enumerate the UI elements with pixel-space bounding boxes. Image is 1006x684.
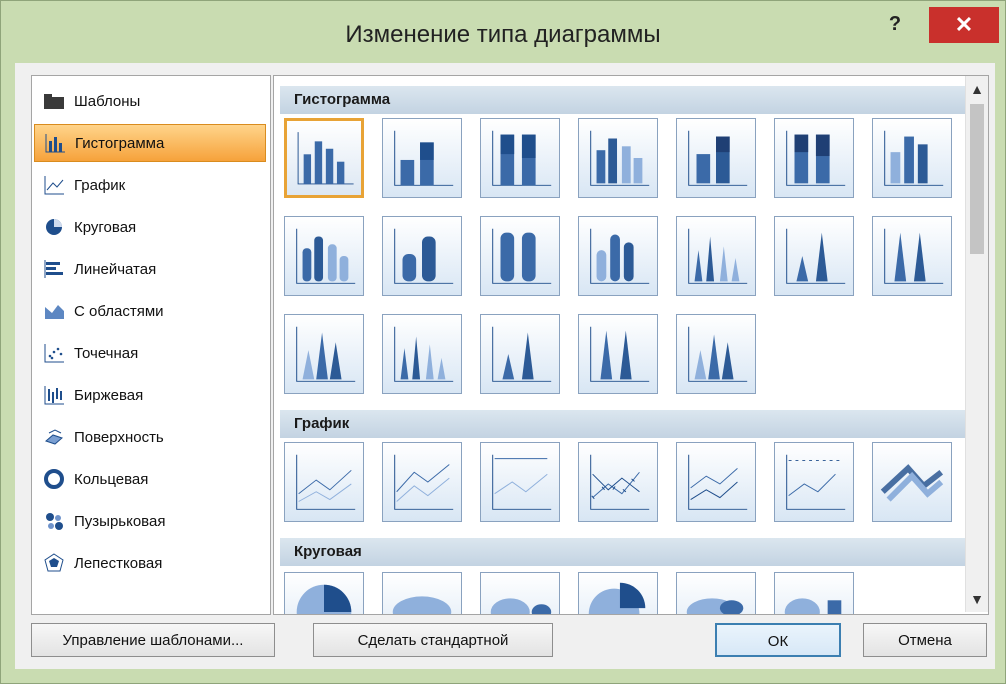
category-surface[interactable]: Поверхность xyxy=(34,418,266,456)
radar-icon xyxy=(34,552,74,574)
chart-thumb-100-stacked-cone[interactable] xyxy=(872,216,952,296)
chart-thumb-100-stacked-column[interactable] xyxy=(480,118,560,198)
chart-thumb-stacked-line[interactable] xyxy=(382,442,462,522)
category-label: Круговая xyxy=(74,218,137,236)
chart-thumb-3d-100-stacked-column[interactable] xyxy=(774,118,854,198)
category-column[interactable]: Гистограмма xyxy=(34,124,266,162)
category-scatter[interactable]: Точечная xyxy=(34,334,266,372)
chart-category-list: Шаблоны Гистограмма График Круговая Лине… xyxy=(31,75,271,615)
chart-thumb-clustered-cylinder[interactable] xyxy=(284,216,364,296)
category-line[interactable]: График xyxy=(34,166,266,204)
chart-thumb-3d-cylinder[interactable] xyxy=(578,216,658,296)
line-chart-icon xyxy=(34,175,74,195)
category-label: Точечная xyxy=(74,344,139,362)
manage-templates-button[interactable]: Управление шаблонами... xyxy=(31,623,275,657)
category-label: График xyxy=(74,176,126,194)
category-bar[interactable]: Линейчатая xyxy=(34,250,266,288)
chart-thumb-3d-pie[interactable] xyxy=(382,572,462,614)
category-label: С областями xyxy=(74,302,164,320)
chart-thumb-3d-stacked-column[interactable] xyxy=(676,118,756,198)
pie-chart-icon xyxy=(34,217,74,237)
chart-thumb-100-stacked-pyramid[interactable] xyxy=(578,314,658,394)
category-label: Биржевая xyxy=(74,386,144,404)
chart-thumb-3d-cone[interactable] xyxy=(284,314,364,394)
chart-subtype-gallery: Гистограмма График Круговая ▲ ▼ xyxy=(273,75,989,615)
chart-thumb-stacked-column[interactable] xyxy=(382,118,462,198)
chart-thumb-pie[interactable] xyxy=(284,572,364,614)
scroll-down-icon[interactable]: ▼ xyxy=(966,588,988,610)
stock-chart-icon xyxy=(34,385,74,405)
chart-thumb-3d-pyramid[interactable] xyxy=(676,314,756,394)
section-header-pie: Круговая xyxy=(280,538,966,566)
chart-thumb-stacked-line-markers[interactable] xyxy=(676,442,756,522)
chart-thumb-3d-clustered-column[interactable] xyxy=(578,118,658,198)
chart-thumb-pie-of-pie[interactable] xyxy=(480,572,560,614)
dialog-title: Изменение типа диаграммы xyxy=(345,21,661,48)
scrollbar-thumb[interactable] xyxy=(970,104,984,254)
set-default-button[interactable]: Сделать стандартной xyxy=(313,623,553,657)
cancel-button[interactable]: Отмена xyxy=(863,623,987,657)
change-chart-type-dialog: Изменение типа диаграммы ? ✕ Шаблоны Гис… xyxy=(0,0,1006,684)
category-bubble[interactable]: Пузырьковая xyxy=(34,502,266,540)
area-chart-icon xyxy=(34,301,74,321)
chart-thumb-clustered-column[interactable] xyxy=(284,118,364,198)
chart-thumb-100-stacked-cylinder[interactable] xyxy=(480,216,560,296)
chart-thumb-exploded-pie[interactable] xyxy=(578,572,658,614)
category-stock[interactable]: Биржевая xyxy=(34,376,266,414)
category-label: Шаблоны xyxy=(74,92,141,110)
help-button[interactable]: ? xyxy=(881,13,909,41)
chart-thumb-stacked-cylinder[interactable] xyxy=(382,216,462,296)
horizontal-bar-icon xyxy=(34,259,74,279)
chart-thumb-stacked-cone[interactable] xyxy=(774,216,854,296)
bubble-icon xyxy=(34,511,74,531)
close-button[interactable]: ✕ xyxy=(929,7,999,43)
category-pie[interactable]: Круговая xyxy=(34,208,266,246)
section-header-column: Гистограмма xyxy=(280,86,966,114)
chart-thumb-line[interactable] xyxy=(284,442,364,522)
chart-thumb-3d-column[interactable] xyxy=(872,118,952,198)
surface-chart-icon xyxy=(34,427,74,447)
section-header-line: График xyxy=(280,410,966,438)
scroll-up-icon[interactable]: ▲ xyxy=(966,78,988,100)
chart-thumb-100-stacked-line-markers[interactable] xyxy=(774,442,854,522)
chart-thumb-bar-of-pie[interactable] xyxy=(774,572,854,614)
category-templates[interactable]: Шаблоны xyxy=(34,82,266,120)
category-label: Кольцевая xyxy=(74,470,149,488)
dialog-body: Шаблоны Гистограмма График Круговая Лине… xyxy=(15,63,995,669)
chart-thumb-stacked-pyramid[interactable] xyxy=(480,314,560,394)
category-radar[interactable]: Лепестковая xyxy=(34,544,266,582)
chart-thumb-3d-exploded-pie[interactable] xyxy=(676,572,756,614)
chart-thumb-100-stacked-line[interactable] xyxy=(480,442,560,522)
bar-chart-icon xyxy=(35,133,75,153)
category-label: Лепестковая xyxy=(74,554,163,572)
folder-icon xyxy=(34,92,74,110)
category-area[interactable]: С областями xyxy=(34,292,266,330)
chart-thumb-clustered-pyramid[interactable] xyxy=(382,314,462,394)
chart-thumb-3d-line[interactable] xyxy=(872,442,952,522)
ok-button[interactable]: ОК xyxy=(715,623,841,657)
category-label: Гистограмма xyxy=(75,134,165,152)
gallery-scrollbar[interactable]: ▲ ▼ xyxy=(965,76,988,612)
category-label: Поверхность xyxy=(74,428,164,446)
category-label: Линейчатая xyxy=(74,260,157,278)
scatter-icon xyxy=(34,343,74,363)
chart-thumb-line-markers[interactable] xyxy=(578,442,658,522)
category-donut[interactable]: Кольцевая xyxy=(34,460,266,498)
category-label: Пузырьковая xyxy=(74,512,166,530)
chart-thumb-clustered-cone[interactable] xyxy=(676,216,756,296)
donut-icon xyxy=(34,469,74,489)
